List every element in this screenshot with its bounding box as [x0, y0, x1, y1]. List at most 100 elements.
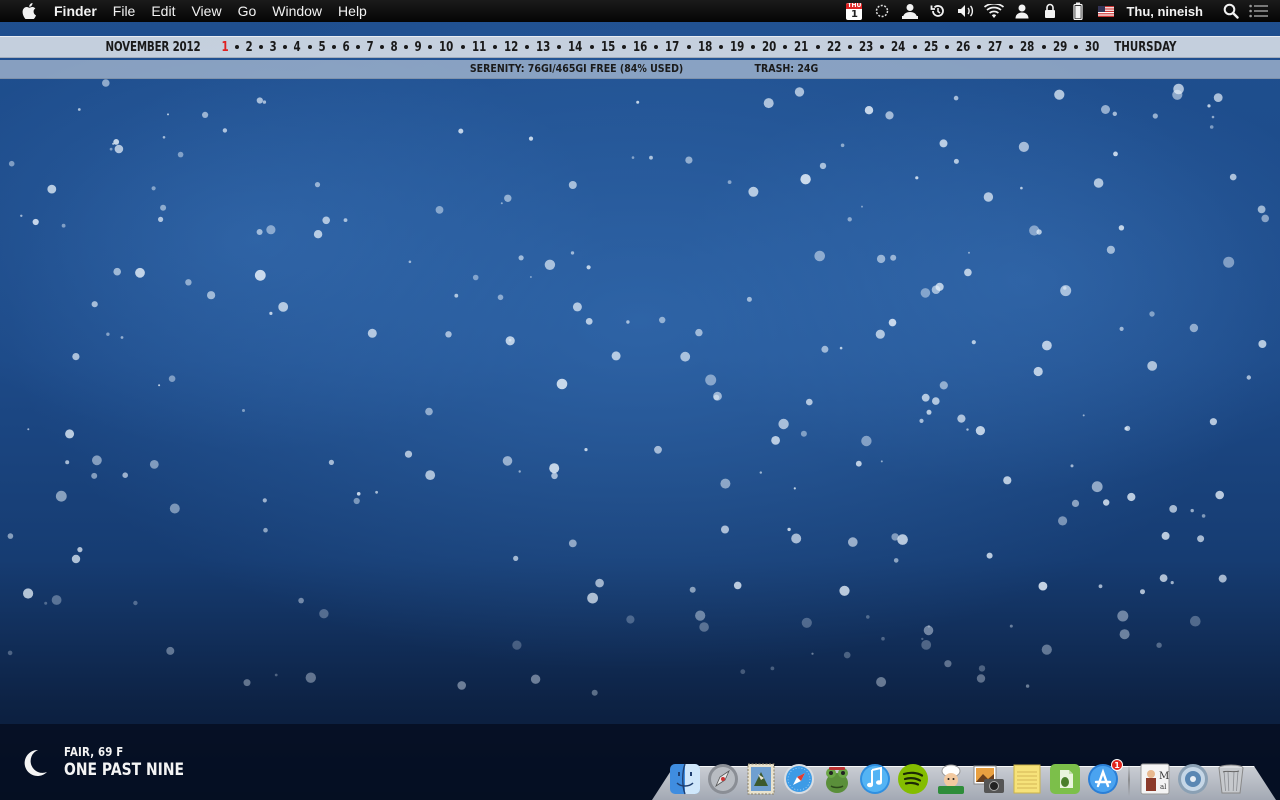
calendar-day-separator	[1009, 45, 1014, 49]
calendar-day-separator	[977, 45, 982, 49]
calendar-day: 7	[366, 39, 374, 55]
calendar-day-separator	[718, 45, 723, 49]
calendar-day: 14	[568, 39, 583, 55]
user-icon[interactable]	[1011, 0, 1033, 22]
calendar-day: 19	[729, 39, 745, 55]
calendar-day: 22	[826, 39, 842, 55]
svg-text:al: al	[1160, 783, 1167, 791]
calendar-day: 1	[221, 39, 229, 55]
calendar-day: 8	[390, 39, 398, 55]
calendar-strip: NOVEMBER 2012 1 2 3 4 5 6 7 8 9 10 11 12 13 14 15 16 17 1…	[0, 36, 1280, 58]
time-machine-icon[interactable]	[927, 0, 949, 22]
fuzzy-time: ONE PAST NINE	[64, 760, 185, 780]
calendar-day: 9	[414, 39, 422, 55]
battery-icon[interactable]	[1067, 0, 1089, 22]
calendar-day: 6	[342, 39, 350, 55]
frog-icon[interactable]	[820, 762, 854, 796]
calendar-day: 10	[439, 39, 454, 55]
evernote-icon[interactable]	[1048, 762, 1082, 796]
calendar-day-separator	[783, 45, 788, 49]
calendar-day: 23	[858, 39, 874, 55]
calendar-day-separator	[460, 45, 465, 49]
calendar-icon-day: 1	[850, 8, 858, 20]
dock: 1 Mal	[668, 752, 1252, 796]
volume-icon[interactable]	[955, 0, 977, 22]
calendar-icon[interactable]: THU 1	[843, 0, 865, 22]
lock-icon[interactable]	[1039, 0, 1061, 22]
notification-center-icon[interactable]	[1248, 0, 1270, 22]
calendar-day-separator	[815, 45, 820, 49]
calendar-day: 21	[794, 39, 809, 55]
spotlight-search-icon[interactable]	[1220, 0, 1242, 22]
svg-text:M: M	[1159, 771, 1169, 782]
downloads-stack-icon[interactable]	[1176, 762, 1210, 796]
finder-icon[interactable]	[668, 762, 702, 796]
weather-widget: FAIR, 69 F ONE PAST NINE	[18, 745, 210, 780]
menu-bar: Finder File Edit View Go Window Help THU…	[0, 0, 1280, 22]
calendar-day: 18	[697, 39, 712, 55]
calendar-icon-weekday: THU	[846, 2, 863, 9]
calendar-day-separator	[880, 45, 885, 49]
apple-menu-icon[interactable]	[18, 0, 40, 22]
menubar-clock[interactable]: Thu, nineish	[1126, 4, 1203, 19]
calendar-day-separator	[1073, 45, 1078, 49]
calendar-day: 15	[600, 39, 616, 55]
mail-stamp-icon[interactable]	[744, 762, 778, 796]
user-account-icon[interactable]	[899, 0, 921, 22]
calendar-day: 24	[891, 39, 906, 55]
calendar-day-separator	[912, 45, 917, 49]
calendar-day-separator	[283, 45, 288, 49]
disk-usage: SERENITY: 76GI/465GI FREE (84% USED)	[469, 63, 684, 75]
calendar-day: 29	[1052, 39, 1067, 55]
mail-document-icon[interactable]: Mal	[1138, 762, 1172, 796]
trash-icon[interactable]	[1214, 762, 1248, 796]
menu-file[interactable]: File	[105, 0, 144, 22]
calendar-day-separator	[847, 45, 852, 49]
spotify-icon[interactable]	[896, 762, 930, 796]
calendar-day: 5	[318, 39, 326, 55]
launchpad-icon[interactable]	[706, 762, 740, 796]
wallpaper-stars	[7, 79, 1269, 696]
menu-help[interactable]: Help	[330, 0, 375, 22]
calendar-days: 1 2 3 4 5 6 7 8 9 10 11 12 13 14 15 16 17 18 19 20 21 22 23 24 2…	[221, 40, 1100, 55]
menu-window[interactable]: Window	[264, 0, 330, 22]
app-store-icon[interactable]: 1	[1086, 759, 1123, 796]
calendar-day: 2	[245, 39, 253, 55]
photo-camera-icon[interactable]	[972, 762, 1006, 796]
calendar-day: 25	[923, 39, 938, 55]
us-flag-icon[interactable]	[1095, 0, 1117, 22]
calendar-day-separator	[751, 45, 756, 49]
calendar-day-separator	[428, 45, 433, 49]
calendar-day: 3	[269, 39, 277, 55]
calendar-day: 17	[665, 39, 680, 55]
menu-edit[interactable]: Edit	[143, 0, 183, 22]
calendar-day-separator	[525, 45, 530, 49]
itunes-icon[interactable]	[858, 762, 892, 796]
menu-view[interactable]: View	[183, 0, 229, 22]
calendar-day-separator	[622, 45, 627, 49]
menu-go[interactable]: Go	[230, 0, 265, 22]
calendar-day: 11	[471, 39, 486, 55]
calendar-day: 28	[1020, 39, 1035, 55]
dock-separator	[1128, 764, 1130, 796]
chef-icon[interactable]	[934, 762, 968, 796]
calendar-day-separator	[944, 45, 949, 49]
sync-spinner-icon[interactable]	[871, 0, 893, 22]
calendar-day-separator	[654, 45, 659, 49]
menu-app-name[interactable]: Finder	[46, 0, 105, 22]
calendar-day-separator	[492, 45, 497, 49]
calendar-day-separator	[686, 45, 691, 49]
calendar-day-separator	[307, 45, 312, 49]
calendar-day: 26	[955, 39, 971, 55]
notes-icon[interactable]	[1010, 762, 1044, 796]
calendar-day-separator	[1041, 45, 1046, 49]
calendar-day: 27	[988, 39, 1003, 55]
calendar-day: 12	[503, 39, 519, 55]
weather-condition: FAIR, 69 F	[64, 745, 124, 759]
calendar-day: 20	[762, 39, 777, 55]
calendar-day-separator	[404, 45, 409, 49]
calendar-month: NOVEMBER 2012	[105, 39, 201, 55]
calendar-day-separator	[331, 45, 336, 49]
safari-icon[interactable]	[782, 762, 816, 796]
wifi-icon[interactable]	[983, 0, 1005, 22]
